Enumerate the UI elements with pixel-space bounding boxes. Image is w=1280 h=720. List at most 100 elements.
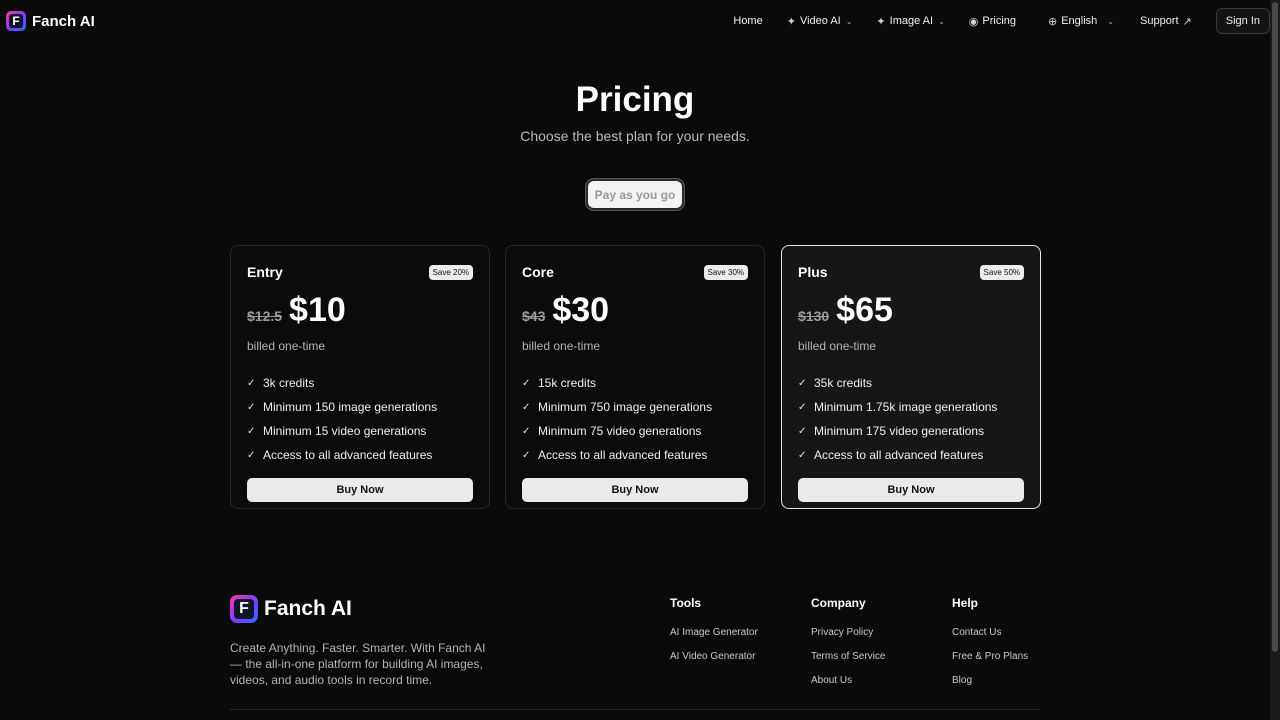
billing-note: billed one-time — [522, 339, 601, 353]
plan-name: Core — [522, 264, 554, 280]
feature-text: Minimum 150 image generations — [263, 400, 438, 414]
feature-list: ✓ 35k credits ✓ Minimum 1.75k image genera… — [798, 371, 1024, 467]
brand-logo: F — [6, 11, 26, 31]
plan-card-entry: Entry Save 20% $12.5 $10 billed one-time… — [230, 245, 490, 509]
brand-name: Fanch AI — [32, 12, 95, 30]
feature-item: ✓ Minimum 1.75k image generations — [798, 395, 1024, 419]
feature-text: Access to all advanced features — [814, 448, 984, 462]
original-price: $130 — [798, 308, 830, 324]
page: F Fanch AI Home ✦ Video AI ⌄ ✦ Image AI … — [0, 0, 1280, 720]
footer-brand[interactable]: F Fanch AI — [230, 595, 352, 623]
nav-support-label: Support — [1140, 15, 1179, 27]
check-icon: ✓ — [247, 449, 256, 461]
page-title: Pricing — [575, 80, 695, 119]
brand-logo-letter: F — [9, 14, 23, 28]
main-nav: Home ✦ Video AI ⌄ ✦ Image AI ⌄ ◉ Pricing… — [733, 0, 1270, 42]
check-icon: ✓ — [798, 377, 807, 389]
sparkle-icon: ✦ — [876, 15, 886, 28]
feature-item: ✓ 3k credits — [247, 371, 473, 395]
footer-column-title: Tools — [670, 596, 702, 610]
feature-item: ✓ 35k credits — [798, 371, 1024, 395]
check-icon: ✓ — [798, 425, 807, 437]
footer-link[interactable]: Privacy Policy — [811, 627, 885, 651]
plan-price: $65 — [836, 291, 893, 329]
footer-link[interactable]: Terms of Service — [811, 651, 885, 675]
plan-card-plus: Plus Save 50% $130 $65 billed one-time ✓… — [781, 245, 1041, 509]
plan-name: Plus — [798, 264, 828, 280]
feature-item: ✓ Minimum 150 image generations — [247, 395, 473, 419]
plan-price: $30 — [552, 291, 610, 329]
footer-column-title: Company — [811, 596, 866, 610]
footer-link[interactable]: About Us — [811, 675, 885, 699]
check-icon: ✓ — [247, 425, 256, 437]
feature-text: Minimum 1.75k image generations — [814, 400, 998, 414]
billing-note: billed one-time — [798, 339, 877, 353]
nav-video-ai-label: Video AI — [799, 15, 841, 27]
footer-link[interactable]: Blog — [952, 675, 1028, 699]
page-subtitle: Choose the best plan for your needs. — [520, 128, 750, 144]
footer-column-help: Help Contact Us Free & Pro Plans Blog — [952, 596, 1028, 699]
save-badge: Save 30% — [703, 264, 748, 280]
check-icon: ✓ — [522, 401, 531, 413]
language-select[interactable]: ⊕ English ⌄ — [1048, 15, 1114, 28]
billing-note: billed one-time — [247, 339, 326, 353]
check-icon: ✓ — [798, 401, 807, 413]
footer-column-company: Company Privacy Policy Terms of Service … — [811, 596, 885, 699]
scrollbar-thumb[interactable] — [1272, 2, 1278, 652]
check-icon: ✓ — [798, 449, 807, 461]
nav-pricing-label: Pricing — [982, 15, 1016, 27]
nav-home[interactable]: Home — [733, 15, 762, 27]
nav-pricing[interactable]: ◉ Pricing — [969, 15, 1016, 28]
feature-item: ✓ Access to all advanced features — [247, 443, 473, 467]
check-icon: ✓ — [247, 377, 256, 389]
plan-price: $10 — [289, 291, 346, 329]
footer-link[interactable]: AI Video Generator — [670, 651, 758, 675]
nav-video-ai[interactable]: ✦ Video AI ⌄ — [787, 15, 853, 28]
footer-column-tools: Tools AI Image Generator AI Video Genera… — [670, 596, 758, 675]
nav-support[interactable]: Support ↗ — [1140, 15, 1192, 28]
footer-description: Create Anything. Faster. Smarter. With F… — [230, 641, 486, 687]
feature-item: ✓ 15k credits — [522, 371, 748, 395]
footer-link[interactable]: Contact Us — [952, 627, 1028, 651]
check-icon: ✓ — [522, 377, 531, 389]
chevron-down-icon: ⌄ — [1107, 16, 1114, 26]
globe-icon: ⊕ — [1048, 15, 1058, 28]
buy-now-button[interactable]: Buy Now — [522, 478, 748, 502]
language-label: English — [1061, 15, 1098, 27]
sign-in-button[interactable]: Sign In — [1215, 8, 1270, 34]
original-price: $12.5 — [247, 308, 283, 324]
feature-item: ✓ Minimum 75 video generations — [522, 419, 748, 443]
feature-text: Minimum 750 image generations — [538, 400, 713, 414]
nav-home-label: Home — [733, 15, 763, 27]
external-arrow-icon: ↗ — [1182, 15, 1192, 28]
check-icon: ✓ — [522, 425, 531, 437]
feature-item: ✓ Minimum 750 image generations — [522, 395, 748, 419]
buy-now-button[interactable]: Buy Now — [247, 478, 473, 502]
feature-text: 3k credits — [263, 376, 315, 390]
nav-image-ai[interactable]: ✦ Image AI ⌄ — [876, 15, 944, 28]
feature-text: Minimum 15 video generations — [263, 424, 427, 438]
chevron-down-icon: ⌄ — [845, 16, 853, 26]
buy-now-button[interactable]: Buy Now — [798, 478, 1024, 502]
brand[interactable]: F Fanch AI — [6, 11, 95, 31]
feature-list: ✓ 3k credits ✓ Minimum 150 image generatio… — [247, 371, 473, 467]
footer-column-title: Help — [952, 596, 979, 610]
footer-link[interactable]: AI Image Generator — [670, 627, 758, 651]
top-header: F Fanch AI Home ✦ Video AI ⌄ ✦ Image AI … — [0, 0, 1270, 42]
feature-text: 35k credits — [814, 376, 873, 390]
check-icon: ✓ — [522, 449, 531, 461]
feature-item: ✓ Access to all advanced features — [522, 443, 748, 467]
plan-name: Entry — [247, 264, 283, 280]
save-badge: Save 50% — [979, 264, 1024, 280]
footer-logo: F — [230, 595, 258, 623]
pay-as-you-go-tab[interactable]: Pay as you go — [586, 179, 684, 210]
page-scrollbar[interactable] — [1270, 0, 1280, 720]
feature-item: ✓ Minimum 15 video generations — [247, 419, 473, 443]
footer-link[interactable]: Free & Pro Plans — [952, 651, 1028, 675]
check-icon: ✓ — [247, 401, 256, 413]
plan-card-core: Core Save 30% $43 $30 billed one-time ✓ 1… — [505, 245, 765, 509]
nav-image-ai-label: Image AI — [889, 15, 934, 27]
feature-item: ✓ Access to all advanced features — [798, 443, 1024, 467]
feature-list: ✓ 15k credits ✓ Minimum 750 image generati… — [522, 371, 748, 467]
save-badge: Save 20% — [428, 264, 473, 280]
